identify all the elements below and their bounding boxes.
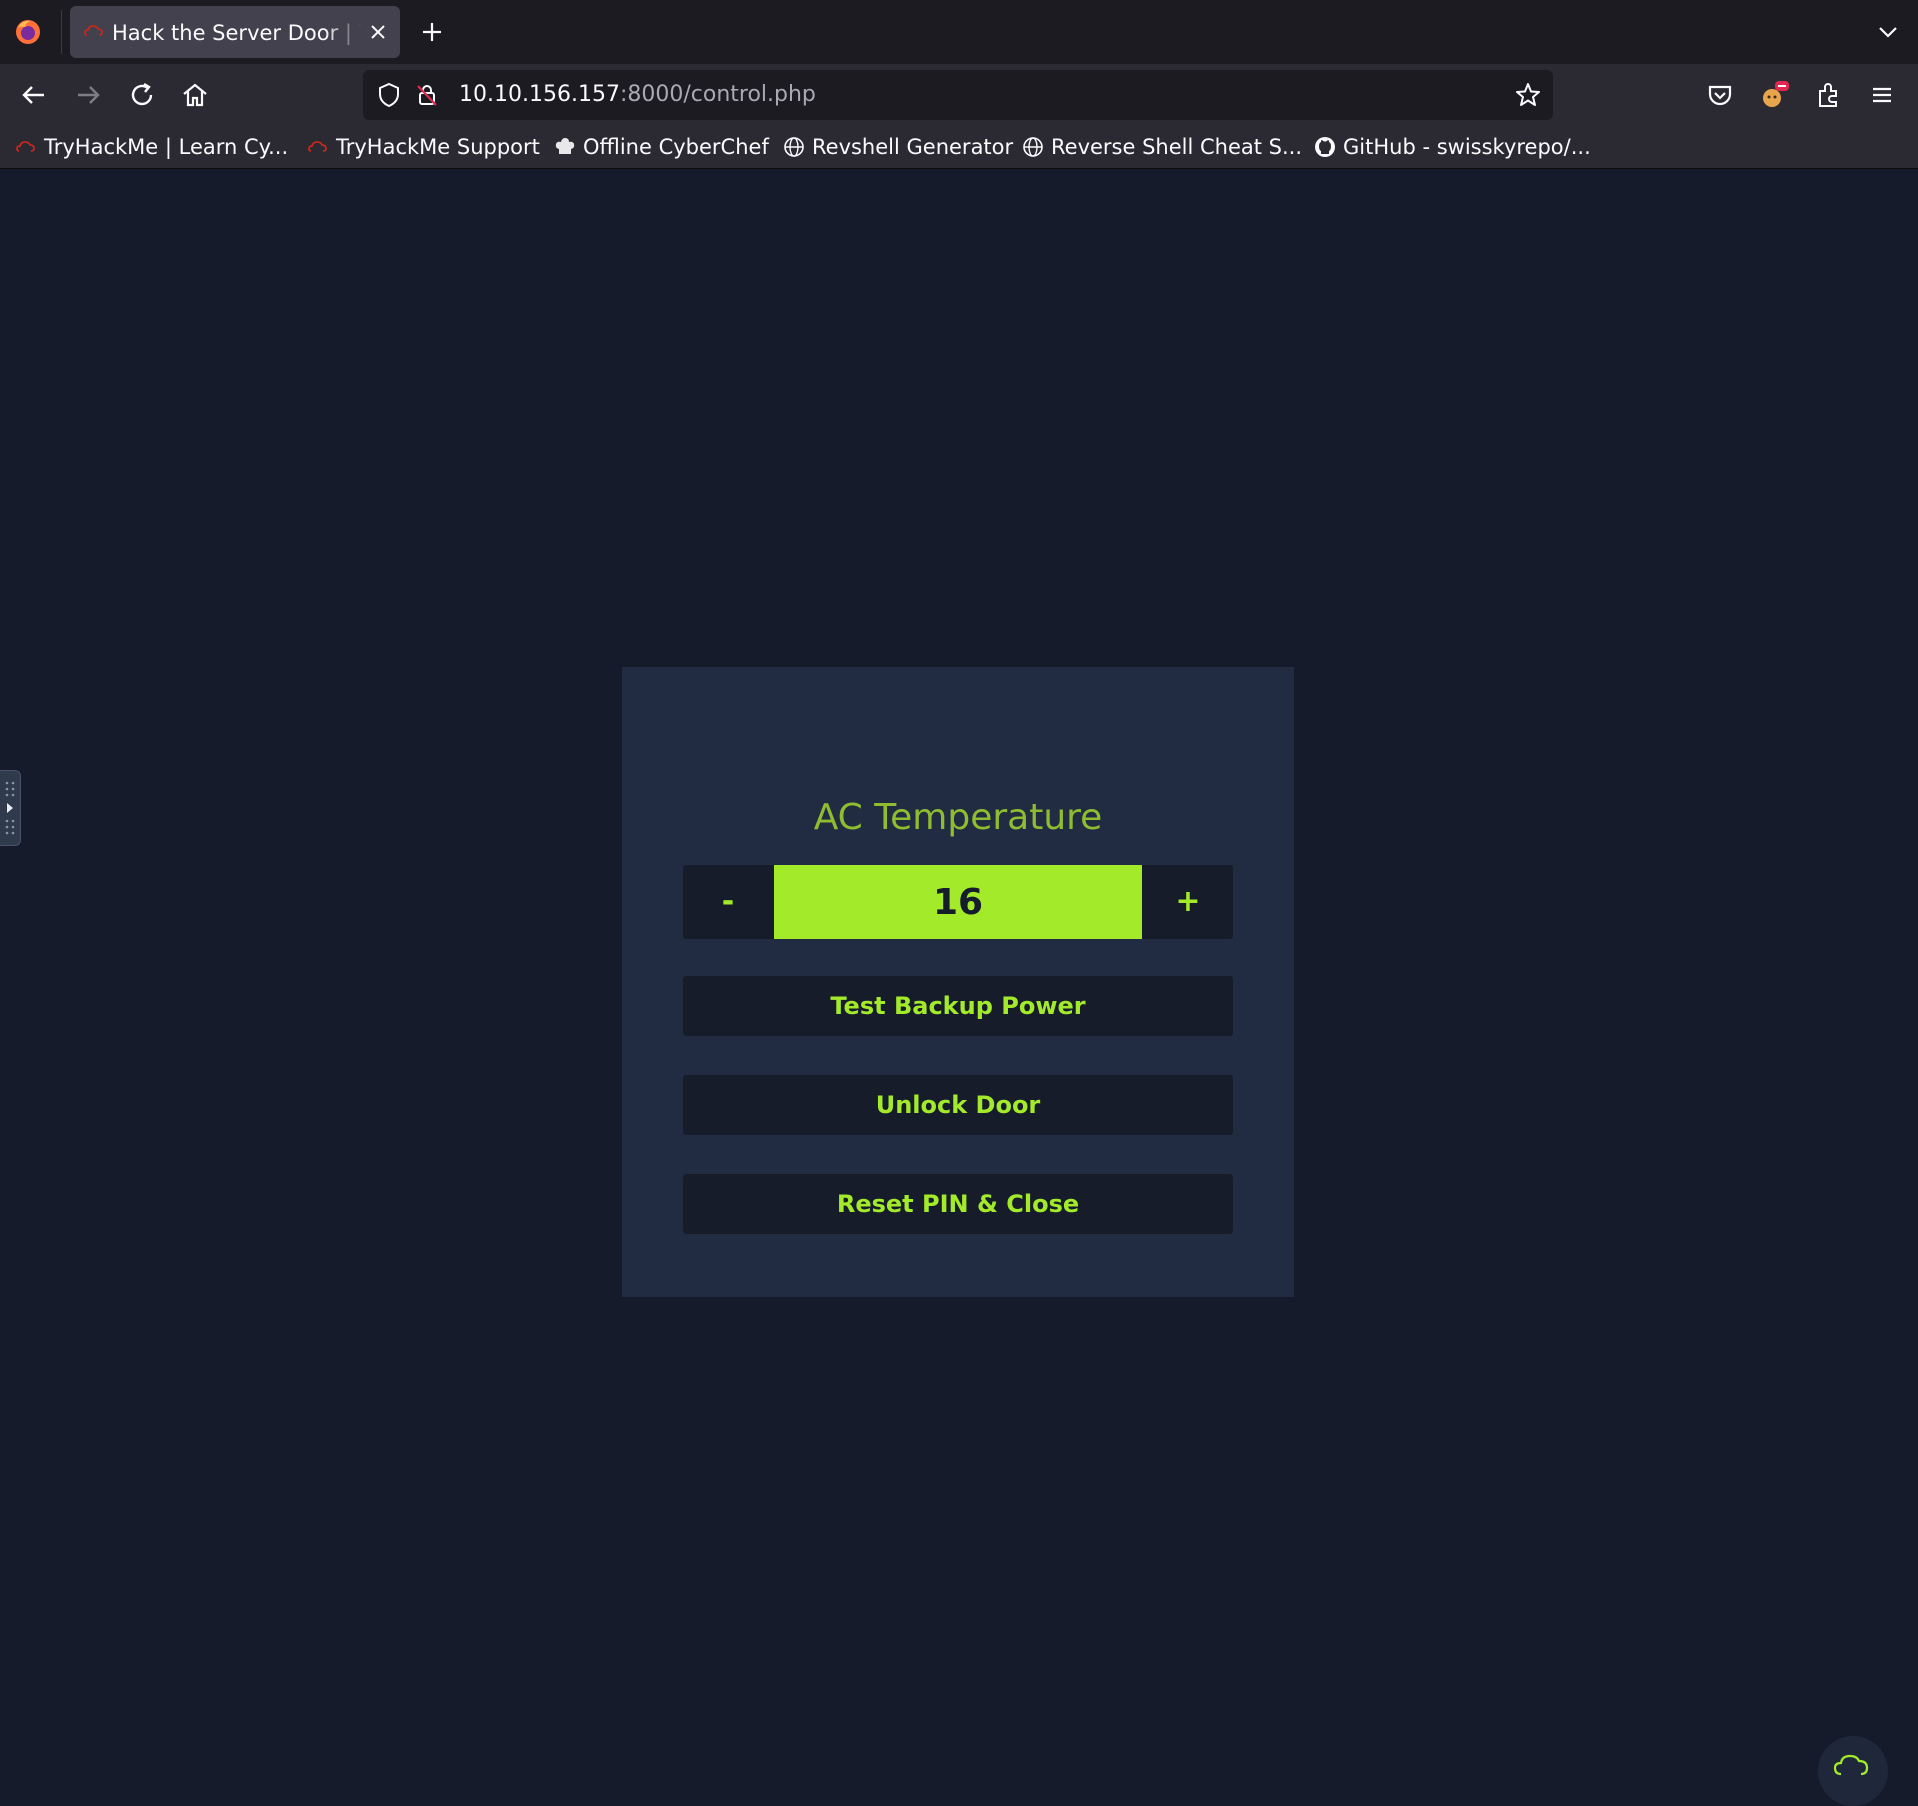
shield-icon[interactable] bbox=[375, 81, 403, 109]
bookmark-label: GitHub - swisskyrepo/... bbox=[1343, 135, 1591, 159]
bookmark-label: Offline CyberChef bbox=[583, 135, 769, 159]
forward-arrow-icon[interactable] bbox=[72, 79, 104, 111]
extension-badge-icon[interactable] bbox=[1758, 79, 1790, 111]
tryhackme-icon bbox=[16, 141, 35, 152]
home-icon[interactable] bbox=[179, 79, 211, 111]
drag-handle-icon bbox=[5, 781, 15, 835]
increase-temperature-button[interactable]: + bbox=[1143, 865, 1233, 939]
firefox-icon[interactable] bbox=[14, 18, 42, 46]
bookmark-label: Reverse Shell Cheat S... bbox=[1051, 135, 1303, 159]
sidebar-toggle-handle[interactable] bbox=[0, 770, 21, 846]
tab-title: Hack the Server Door | TryHackMe bbox=[112, 21, 362, 45]
bookmark-label: Revshell Generator bbox=[812, 135, 1014, 159]
url-bar[interactable]: 10.10.156.157:8000/control.php bbox=[363, 70, 1553, 120]
bookmark-label: TryHackMe | Learn Cy... bbox=[44, 135, 289, 159]
globe-icon bbox=[1023, 137, 1043, 157]
url-path: :8000/control.php bbox=[619, 82, 816, 107]
panel-title: AC Temperature bbox=[813, 797, 1103, 838]
url-host: 10.10.156.157 bbox=[459, 82, 620, 107]
bookmarks-toolbar: TryHackMe | Learn Cy... TryHackMe Suppor… bbox=[0, 126, 1918, 169]
chevron-down-icon[interactable] bbox=[1874, 18, 1902, 46]
insecure-lock-icon[interactable] bbox=[413, 81, 441, 109]
temperature-stepper: - 16 + bbox=[683, 865, 1233, 939]
bookmark-reverse-shell-cheat-sheet[interactable]: Reverse Shell Cheat S... bbox=[1021, 132, 1302, 162]
globe-icon bbox=[784, 137, 804, 157]
bookmark-tryhackme-support[interactable]: TryHackMe Support bbox=[306, 132, 540, 162]
extensions-puzzle-icon[interactable] bbox=[1812, 79, 1844, 111]
bookmark-offline-cyberchef[interactable]: Offline CyberChef bbox=[553, 132, 769, 162]
decrease-temperature-button[interactable]: - bbox=[683, 865, 773, 939]
tab-separator bbox=[61, 10, 62, 54]
plus-icon[interactable] bbox=[418, 18, 446, 46]
temperature-value: 16 bbox=[774, 865, 1142, 939]
chef-hat-icon bbox=[555, 138, 575, 154]
reset-pin-close-button[interactable]: Reset PIN & Close bbox=[683, 1174, 1233, 1234]
bookmark-tryhackme-learn[interactable]: TryHackMe | Learn Cy... bbox=[14, 132, 288, 162]
github-icon bbox=[1315, 137, 1335, 157]
tryhackme-icon bbox=[84, 25, 103, 36]
tryhackme-icon bbox=[308, 141, 327, 152]
test-backup-power-button[interactable]: Test Backup Power bbox=[683, 976, 1233, 1036]
back-arrow-icon[interactable] bbox=[18, 79, 50, 111]
unlock-door-button[interactable]: Unlock Door bbox=[683, 1075, 1233, 1135]
url-text[interactable]: 10.10.156.157:8000/control.php bbox=[459, 82, 816, 107]
reload-icon[interactable] bbox=[126, 79, 158, 111]
control-panel: AC Temperature - 16 + Test Backup Power … bbox=[622, 667, 1294, 1297]
pocket-icon[interactable] bbox=[1704, 79, 1736, 111]
close-icon[interactable] bbox=[366, 20, 390, 44]
tab-strip: Hack the Server Door | TryHackMe bbox=[0, 0, 1918, 64]
active-tab[interactable]: Hack the Server Door | TryHackMe bbox=[70, 6, 400, 58]
tryhackme-helper-badge[interactable] bbox=[1818, 1736, 1888, 1806]
navigation-toolbar: 10.10.156.157:8000/control.php bbox=[0, 64, 1918, 126]
cloud-icon bbox=[1833, 1754, 1869, 1776]
star-icon[interactable] bbox=[1514, 81, 1542, 109]
bookmark-github-swisskyrepo[interactable]: GitHub - swisskyrepo/... bbox=[1313, 132, 1591, 162]
bookmark-revshell-generator[interactable]: Revshell Generator bbox=[782, 132, 1013, 162]
bookmark-label: TryHackMe Support bbox=[336, 135, 540, 159]
hamburger-menu-icon[interactable] bbox=[1866, 79, 1898, 111]
